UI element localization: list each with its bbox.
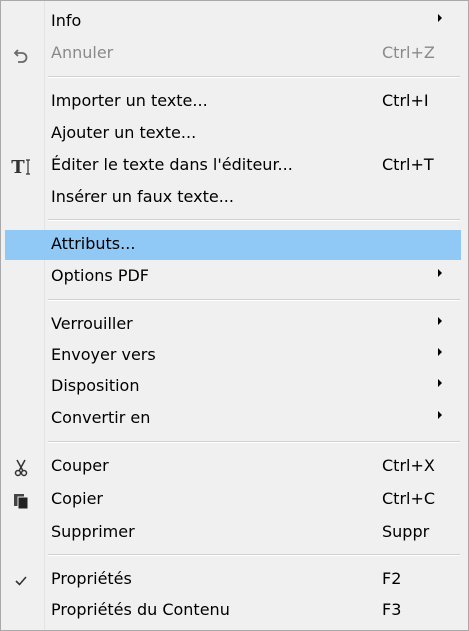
menu-item-label: Éditer le texte dans l'éditeur... [51, 155, 293, 174]
menu-item-shortcut: Ctrl+I [382, 91, 429, 110]
menu-item-delete[interactable]: Supprimer Suppr [1, 518, 468, 548]
menu-item-send-to[interactable]: Envoyer vers [1, 341, 468, 371]
menu-item-properties[interactable]: Propriétés F2 [1, 565, 468, 595]
undo-icon [10, 44, 32, 66]
menu-item-label: Supprimer [51, 522, 135, 541]
menu-separator [48, 219, 460, 221]
menu-item-import-text[interactable]: Importer un texte... Ctrl+I [1, 87, 468, 117]
menu-item-label: Copier [51, 489, 103, 508]
menu-item-shortcut: Ctrl+C [382, 489, 436, 508]
menu-item-insert-lorem[interactable]: Insérer un faux texte... [1, 183, 468, 213]
menu-item-label: Info [51, 11, 82, 30]
menu-separator [48, 441, 460, 443]
menu-item-undo[interactable]: Annuler Ctrl+Z [1, 39, 468, 69]
menu-item-cut[interactable]: Couper Ctrl+X [1, 452, 468, 482]
menu-item-label: Propriétés [51, 569, 132, 588]
menu-item-shortcut: Ctrl+T [382, 155, 434, 174]
menu-item-label: Couper [51, 456, 109, 475]
menu-item-convert[interactable]: Convertir en [1, 404, 468, 434]
menu-item-shortcut: Suppr [382, 522, 430, 541]
menu-item-edit-text[interactable]: T Éditer le texte dans l'éditeur... Ctrl… [1, 151, 468, 181]
menu-item-layout[interactable]: Disposition [1, 372, 468, 402]
menu-item-label: Options PDF [51, 266, 149, 285]
menu-item-shortcut: Ctrl+Z [382, 43, 435, 62]
text-edit-icon: T [10, 156, 32, 178]
submenu-arrow-icon [438, 14, 442, 22]
submenu-arrow-icon [438, 379, 442, 387]
scissors-icon [10, 457, 32, 479]
context-menu: Info Annuler Ctrl+Z Importer un texte...… [0, 0, 469, 631]
menu-item-label: Propriétés du Contenu [51, 600, 230, 619]
menu-separator [48, 299, 460, 301]
menu-item-pdf-options[interactable]: Options PDF [1, 262, 468, 292]
menu-item-content-properties[interactable]: Propriétés du Contenu F3 [1, 596, 468, 626]
submenu-arrow-icon [438, 317, 442, 325]
menu-item-attributes[interactable]: Attributs... [5, 230, 461, 260]
submenu-arrow-icon [438, 411, 442, 419]
menu-item-label: Insérer un faux texte... [51, 187, 234, 206]
checkmark-icon [10, 570, 32, 592]
copy-icon [10, 490, 32, 512]
menu-item-label: Ajouter un texte... [51, 123, 197, 142]
submenu-arrow-icon [438, 348, 442, 356]
menu-item-label: Envoyer vers [51, 345, 156, 364]
menu-item-shortcut: F2 [382, 569, 402, 588]
menu-item-append-text[interactable]: Ajouter un texte... [1, 119, 468, 149]
menu-separator [48, 554, 460, 556]
menu-item-label: Importer un texte... [51, 91, 208, 110]
submenu-arrow-icon [438, 269, 442, 277]
menu-item-label: Disposition [51, 376, 140, 395]
menu-item-copy[interactable]: Copier Ctrl+C [1, 485, 468, 515]
menu-separator [48, 76, 460, 78]
menu-item-label: Attributs... [51, 234, 136, 253]
menu-item-lock[interactable]: Verrouiller [1, 310, 468, 340]
menu-item-shortcut: F3 [382, 600, 402, 619]
menu-item-shortcut: Ctrl+X [382, 456, 435, 475]
menu-item-label: Verrouiller [51, 314, 133, 333]
menu-item-label: Annuler [51, 43, 114, 62]
menu-item-info[interactable]: Info [1, 7, 468, 37]
menu-item-label: Convertir en [51, 408, 151, 427]
